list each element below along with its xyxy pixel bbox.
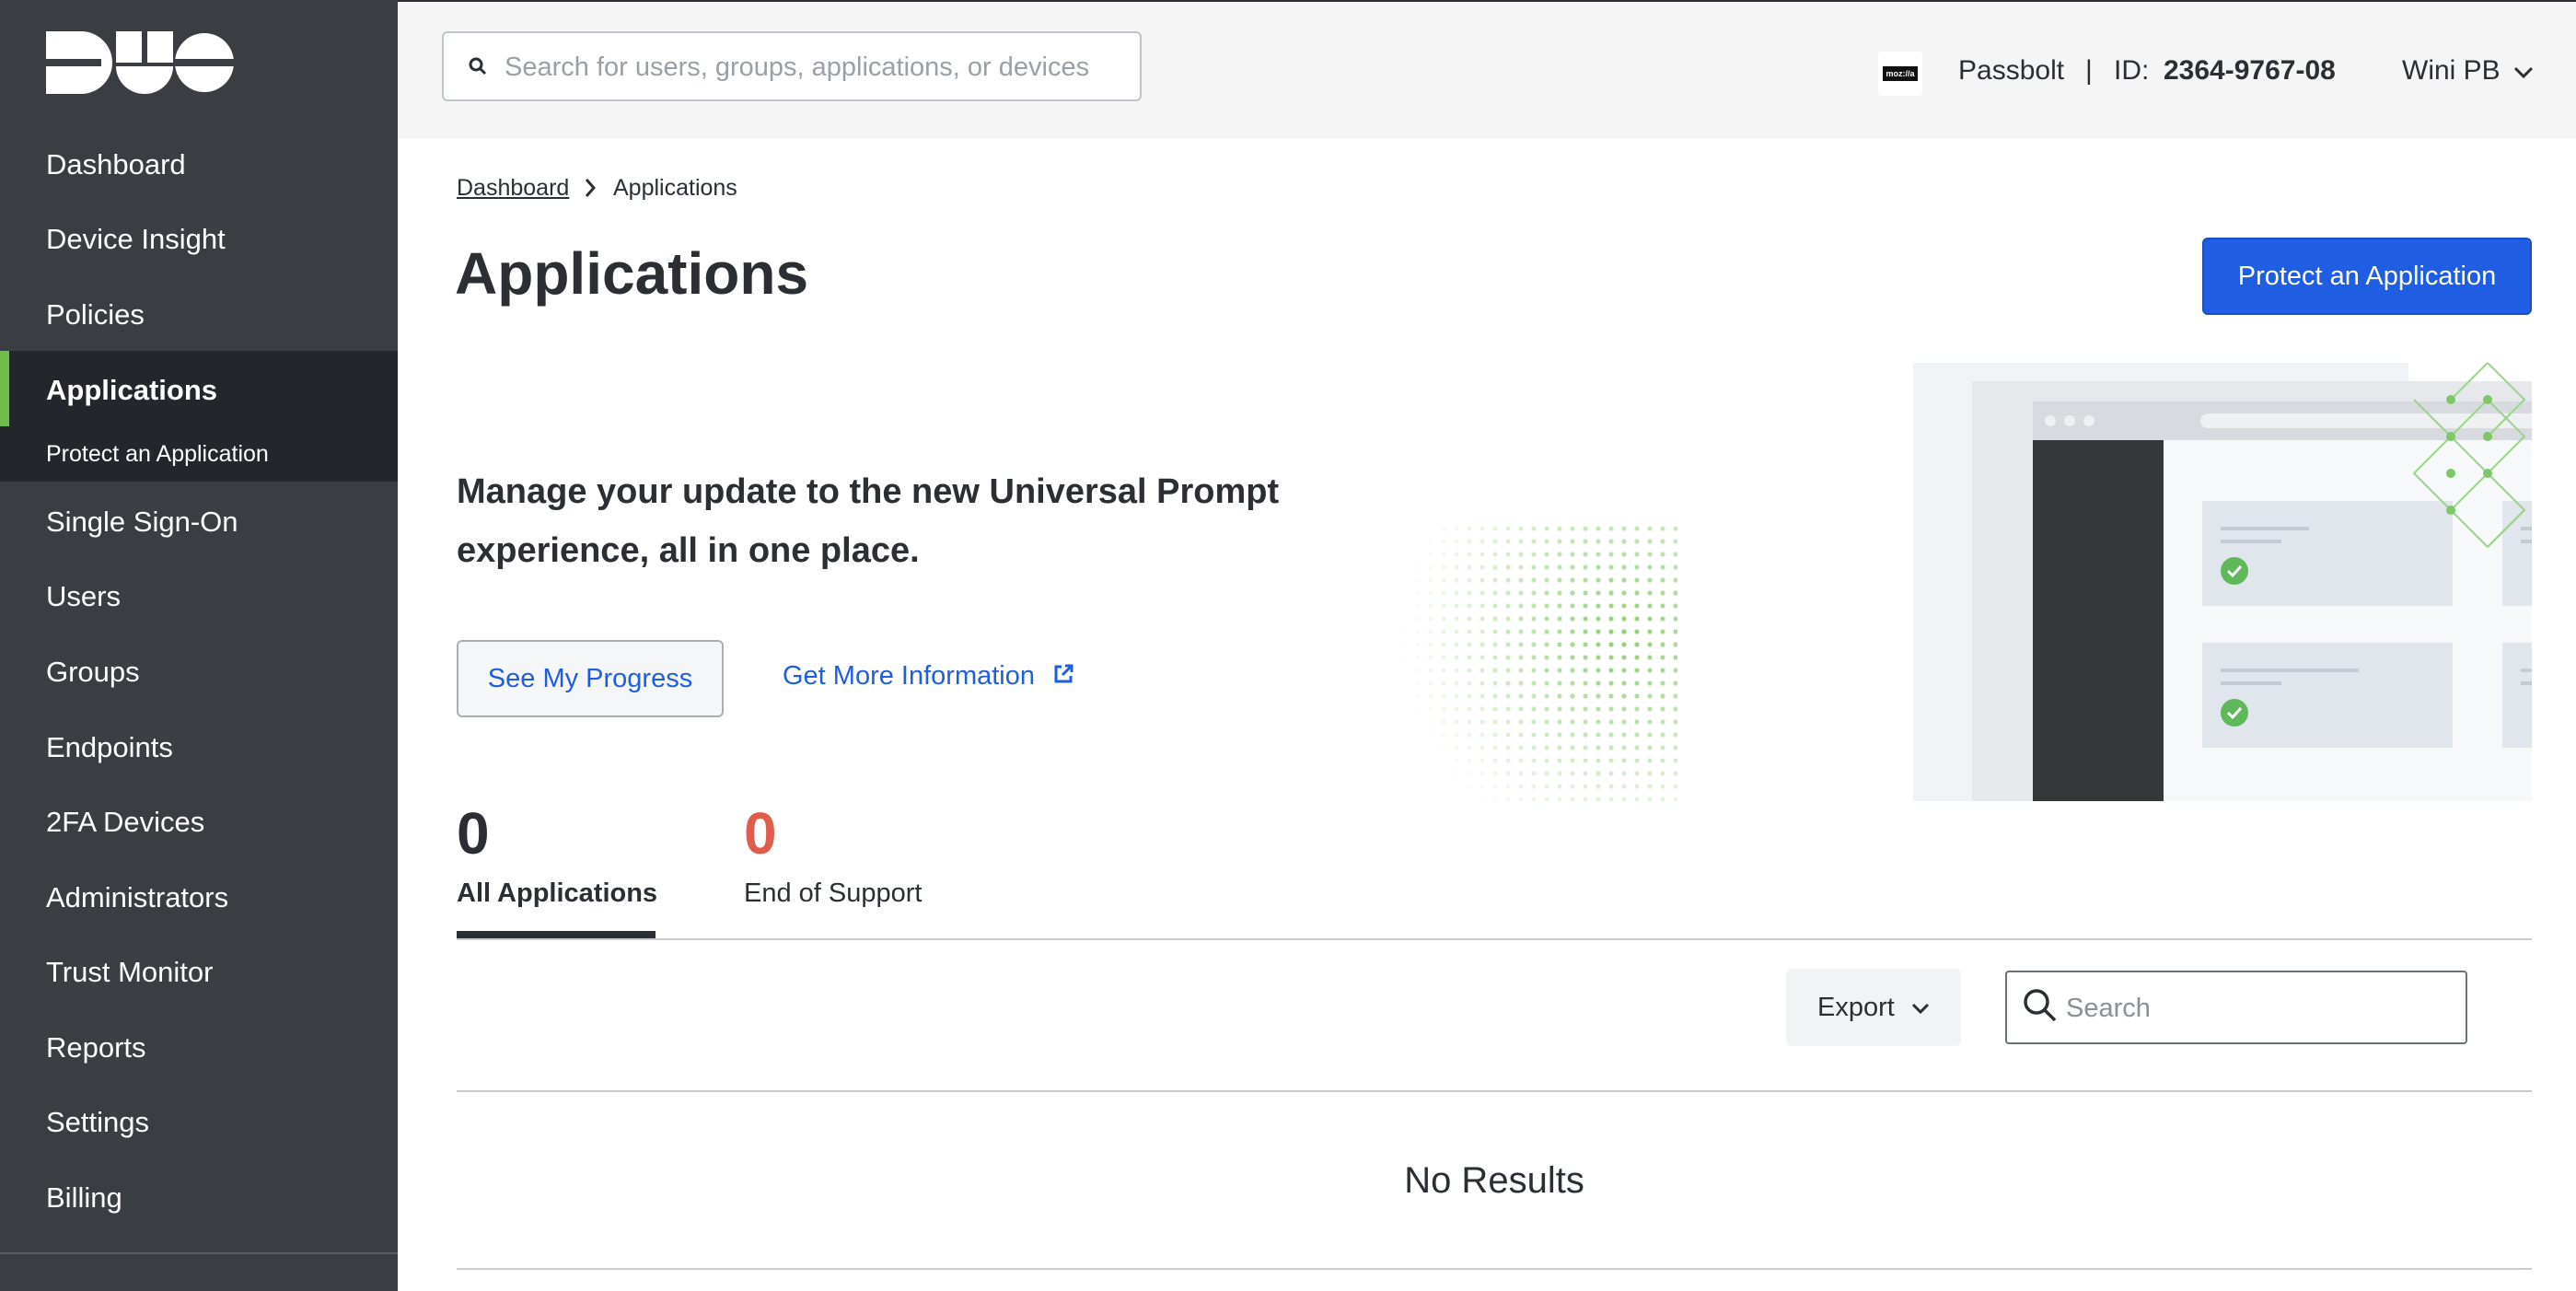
sidebar-item-administrators[interactable]: Administrators — [0, 866, 398, 930]
sidebar: Dashboard Device Insight Policies Applic… — [0, 0, 398, 1291]
global-search-input[interactable] — [503, 42, 1123, 92]
sidebar-divider — [0, 1252, 398, 1254]
sidebar-item-endpoints[interactable]: Endpoints — [0, 715, 398, 780]
tabs-divider — [457, 938, 2532, 940]
universal-prompt-illustration — [1401, 363, 2532, 801]
end-of-support-count: 0 — [744, 800, 777, 866]
top-bar: moz://a Passbolt | ID: 2364-9767-08 Wini… — [398, 0, 2576, 138]
org-separator: | — [2085, 55, 2093, 86]
end-of-support-label: End of Support — [744, 878, 922, 908]
chevron-down-icon[interactable] — [2513, 66, 2534, 79]
sidebar-item-settings[interactable]: Settings — [0, 1090, 398, 1155]
page-title: Applications — [455, 240, 809, 307]
all-applications-label: All Applications — [457, 878, 658, 908]
sidebar-item-policies[interactable]: Policies — [0, 283, 398, 347]
main-content: Dashboard Applications Applications Prot… — [398, 138, 2576, 1291]
tab-end-of-support[interactable]: 0 End of Support — [744, 801, 922, 909]
org-logo-text: moz://a — [1883, 66, 1918, 81]
table-bottom-divider — [457, 1268, 2532, 1270]
toolbar-divider — [457, 1090, 2532, 1092]
applications-search-box[interactable] — [2005, 971, 2467, 1044]
search-icon — [468, 56, 488, 81]
export-label: Export — [1817, 992, 1895, 1022]
export-dropdown[interactable]: Export — [1786, 969, 1961, 1046]
universal-prompt-promo-text: Manage your update to the new Universal … — [457, 472, 1280, 570]
org-id-value: 2364-9767-08 — [2164, 55, 2336, 86]
sidebar-item-dashboard[interactable]: Dashboard — [0, 133, 398, 197]
sidebar-item-users[interactable]: Users — [0, 564, 398, 629]
get-more-information-label: Get More Information — [783, 661, 1035, 691]
breadcrumb-current: Applications — [613, 175, 737, 201]
see-my-progress-button[interactable]: See My Progress — [457, 640, 724, 717]
active-tab-underline — [457, 931, 656, 938]
search-icon — [2022, 987, 2059, 1029]
no-results-message: No Results — [1404, 1160, 1584, 1201]
sidebar-item-2fa-devices[interactable]: 2FA Devices — [0, 790, 398, 855]
applications-search-input[interactable] — [2064, 983, 2454, 1033]
sidebar-item-reports[interactable]: Reports — [0, 1016, 398, 1080]
sidebar-item-groups[interactable]: Groups — [0, 640, 398, 704]
breadcrumb: Dashboard Applications — [457, 175, 737, 202]
sidebar-subitem-protect-application[interactable]: Protect an Application — [0, 422, 398, 486]
user-name: Wini PB — [2402, 55, 2501, 86]
org-name: Passbolt — [1958, 55, 2065, 86]
sidebar-item-device-insight[interactable]: Device Insight — [0, 207, 398, 272]
duo-logo[interactable] — [46, 31, 234, 99]
external-link-icon — [1054, 664, 1073, 683]
sidebar-item-applications[interactable]: Applications — [0, 358, 398, 423]
all-applications-count: 0 — [457, 800, 490, 866]
tab-all-applications[interactable]: 0 All Applications — [457, 801, 657, 909]
global-search-box[interactable] — [442, 31, 1142, 101]
protect-application-button[interactable]: Protect an Application — [2202, 238, 2532, 315]
user-menu[interactable]: Wini PB — [2402, 55, 2501, 87]
sidebar-item-billing[interactable]: Billing — [0, 1166, 398, 1230]
get-more-information-link[interactable]: Get More Information — [783, 661, 1075, 692]
sidebar-item-single-sign-on[interactable]: Single Sign-On — [0, 490, 398, 554]
org-id-label: ID: — [2114, 55, 2150, 86]
sidebar-item-trust-monitor[interactable]: Trust Monitor — [0, 940, 398, 1005]
breadcrumb-dashboard-link[interactable]: Dashboard — [457, 175, 569, 201]
chevron-down-icon — [1911, 1003, 1929, 1014]
org-logo: moz://a — [1878, 52, 1922, 96]
chevron-right-icon — [585, 179, 597, 197]
